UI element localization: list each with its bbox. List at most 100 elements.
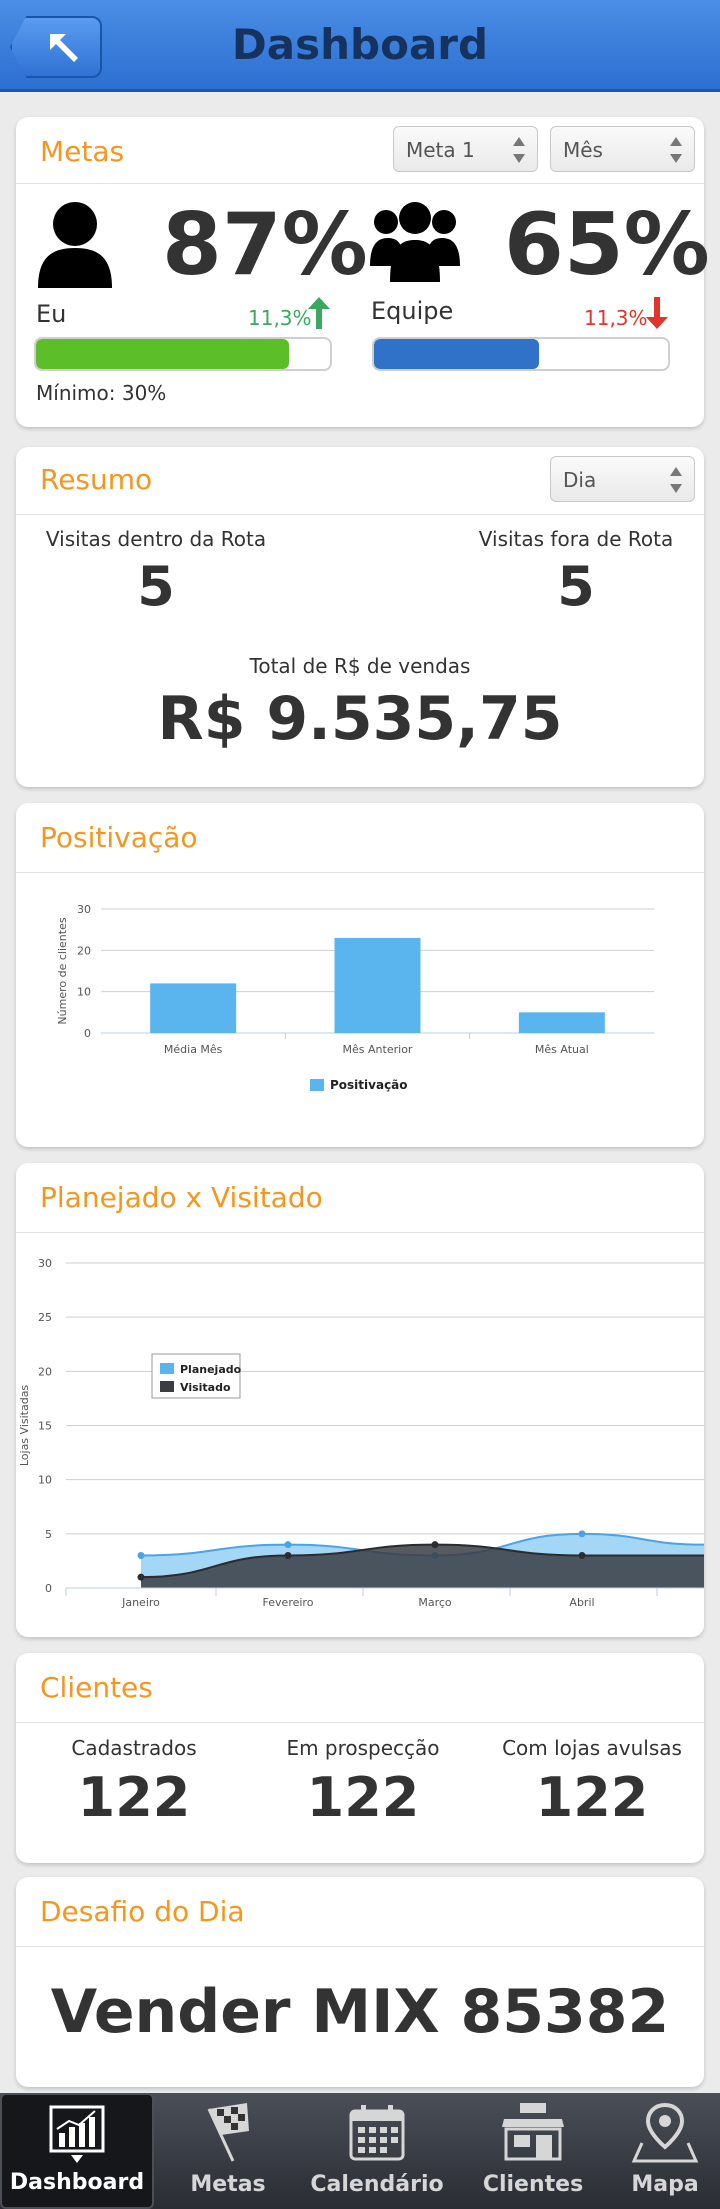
x-tick-label: Média Mês [164, 1043, 223, 1056]
x-tick-label: Fevereiro [263, 1596, 314, 1609]
meta-select-value: Meta 1 [406, 138, 475, 162]
bar [334, 937, 421, 1033]
y-tick-label: 15 [38, 1420, 52, 1433]
eu-label: Eu [36, 300, 67, 328]
checkered-flag-icon [207, 2103, 249, 2162]
tab-calendario-label: Calendário [310, 2172, 444, 2197]
tab-metas[interactable]: Metas [158, 2093, 298, 2209]
x-tick-label: Abril [569, 1596, 594, 1609]
visitas-dentro-value: 5 [137, 555, 175, 618]
clientes-prospeccao-label: Em prospecção [286, 1736, 440, 1760]
select-arrows-icon [670, 137, 682, 163]
select-arrows-icon [670, 467, 682, 493]
chart-icon [49, 2105, 105, 2163]
resumo-period-select[interactable]: Dia [550, 456, 695, 502]
y-tick-label: 5 [45, 1528, 52, 1541]
resumo-period-select-value: Dia [563, 468, 597, 492]
select-arrows-icon [513, 137, 525, 163]
legend-swatch [310, 1079, 324, 1091]
equipe-percent: 65% [504, 195, 710, 295]
y-tick-label: 25 [38, 1311, 52, 1324]
tab-mapa-label: Mapa [631, 2172, 699, 2197]
clientes-card: Clientes Cadastrados 122 Em prospecção 1… [16, 1653, 704, 1863]
period-select-value: Mês [563, 138, 603, 162]
y-axis-label: Número de clientes [56, 917, 69, 1024]
clientes-avulsas-value: 122 [535, 1766, 649, 1829]
eu-progress-fill [36, 339, 289, 369]
bar [150, 983, 237, 1033]
y-tick-label: 0 [45, 1582, 52, 1595]
resumo-title: Resumo [40, 463, 153, 496]
x-tick-label: Janeiro [121, 1596, 160, 1609]
desafio-card: Desafio do Dia Vender MIX 85382 [16, 1877, 704, 2087]
positivacao-title: Positivação [40, 821, 198, 854]
visitado-point [578, 1552, 586, 1559]
period-select[interactable]: Mês [550, 126, 695, 172]
planejado-title: Planejado x Visitado [40, 1181, 323, 1214]
metas-title: Metas [40, 135, 125, 168]
visitado-point [284, 1552, 292, 1559]
tab-dashboard[interactable]: Dashboard [0, 2093, 154, 2209]
tab-mapa[interactable]: Mapa [610, 2093, 720, 2209]
equipe-delta: 11,3% [584, 306, 648, 330]
eu-delta: 11,3% [248, 306, 312, 330]
visitas-fora-label: Visitas fora de Rota [478, 527, 674, 551]
bottom-tab-bar: Dashboard Metas Calendário Clientes Mapa [0, 2093, 720, 2209]
legend-label: Positivação [330, 1078, 408, 1092]
y-tick-label: 20 [38, 1365, 52, 1378]
desafio-text: Vender MIX 85382 [50, 1977, 670, 2047]
x-tick-label: Março [418, 1596, 452, 1609]
eu-percent: 87% [162, 195, 368, 295]
resumo-card: Resumo Dia Visitas dentro da Rota 5 Visi… [16, 447, 704, 787]
team-icon [370, 202, 460, 282]
total-vendas-value: R$ 9.535,75 [157, 684, 563, 754]
legend-swatch [160, 1381, 174, 1392]
clientes-avulsas-label: Com lojas avulsas [502, 1736, 682, 1760]
positivacao-chart: 0 10 20 30 Número de clientes Média Mês Mês An… [56, 903, 654, 1092]
x-tick-label: Mês Atual [535, 1043, 589, 1056]
planejado-point [284, 1541, 292, 1549]
user-icon [38, 202, 112, 288]
metas-card: Metas Meta 1 Mês 87% Eu 11,3% Mínimo: 30… [16, 117, 710, 427]
eu-progress-bar [34, 337, 332, 371]
visitado-point [137, 1573, 145, 1581]
clientes-cadastrados-label: Cadastrados [71, 1736, 197, 1760]
clientes-title: Clientes [40, 1671, 153, 1704]
arrow-down-icon [646, 297, 668, 329]
page-title: Dashboard [231, 20, 489, 69]
positivacao-card: Positivação 0 10 20 30 Número de clientes Méd… [16, 803, 704, 1147]
y-tick-label: 10 [38, 1474, 52, 1487]
x-tick-label: Mês Anterior [343, 1043, 413, 1056]
meta-select[interactable]: Meta 1 [393, 126, 538, 172]
bar [518, 1012, 605, 1033]
tab-clientes[interactable]: Clientes [458, 2093, 608, 2209]
shop-icon [502, 2103, 564, 2161]
tab-clientes-label: Clientes [482, 2172, 584, 2197]
map-pin-icon [631, 2103, 699, 2163]
arrow-up-icon [308, 297, 330, 329]
equipe-label: Equipe [371, 297, 454, 325]
tab-dashboard-label: Dashboard [9, 2170, 145, 2195]
y-tick-label: 0 [84, 1027, 91, 1040]
app-header: Dashboard [0, 0, 720, 92]
tab-metas-label: Metas [190, 2172, 266, 2197]
visitas-dentro-label: Visitas dentro da Rota [45, 527, 267, 551]
legend-label: Visitado [180, 1381, 231, 1394]
legend-swatch [160, 1363, 174, 1374]
y-tick-label: 20 [77, 944, 91, 957]
y-tick-label: 30 [77, 903, 91, 916]
legend-label: Planejado [180, 1363, 242, 1376]
planejado-point [578, 1530, 586, 1538]
y-tick-label: 30 [38, 1257, 52, 1270]
calendar-icon [349, 2105, 405, 2161]
tab-calendario[interactable]: Calendário [300, 2093, 454, 2209]
minimum-text: Mínimo: 30% [36, 381, 167, 405]
y-tick-label: 10 [77, 986, 91, 999]
visitado-point [431, 1541, 439, 1549]
total-vendas-label: Total de R$ de vendas [249, 654, 471, 678]
equipe-progress-bar [372, 337, 670, 371]
planejado-chart: 0 5 10 15 20 25 30 Lojas Visitadas Janeiro Fevere… [18, 1257, 704, 1609]
equipe-progress-fill [374, 339, 539, 369]
desafio-title: Desafio do Dia [40, 1895, 245, 1928]
planejado-point [137, 1552, 145, 1559]
